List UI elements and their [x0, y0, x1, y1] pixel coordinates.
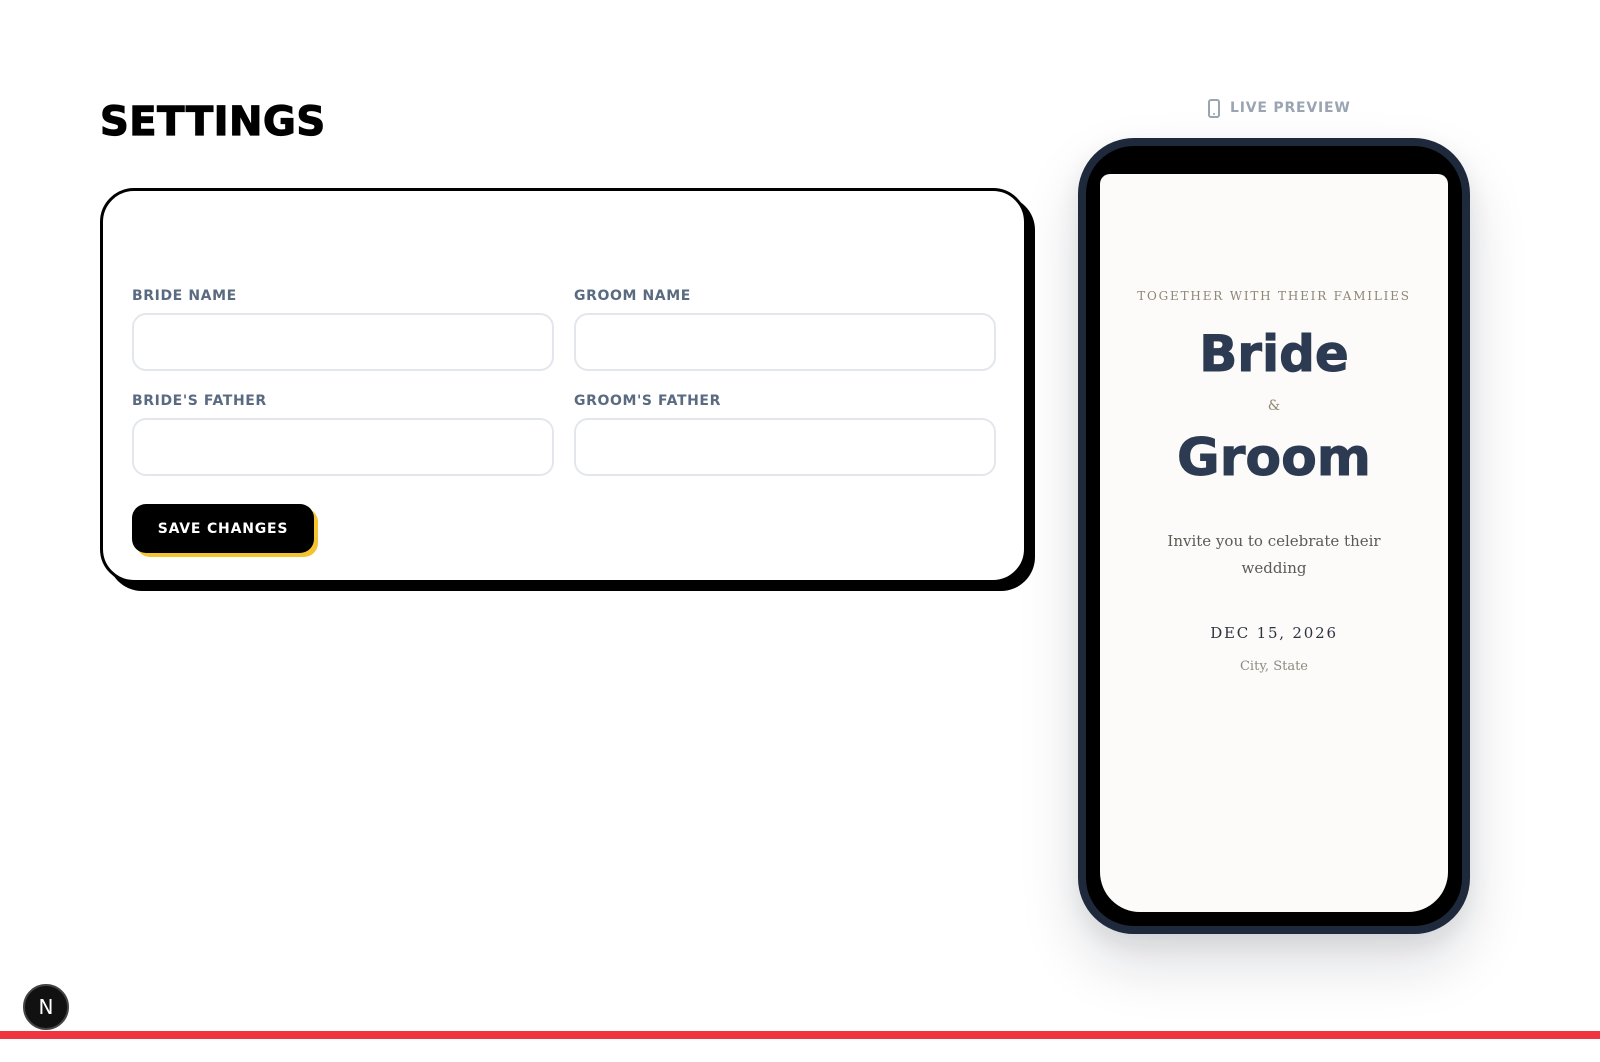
invitation-date: DEC 15, 2026 — [1210, 624, 1338, 642]
live-preview-label: LIVE PREVIEW — [1230, 100, 1351, 116]
groom-name-input[interactable] — [574, 313, 996, 371]
invitation-intro: TOGETHER WITH THEIR FAMILIES — [1137, 289, 1411, 303]
phone-mockup: TOGETHER WITH THEIR FAMILIES Bride & Gro… — [1078, 138, 1470, 934]
invitation-location: City, State — [1239, 659, 1308, 674]
save-changes-button[interactable]: SAVE CHANGES — [132, 504, 314, 553]
page-title: SETTINGS — [99, 98, 326, 145]
bride-name-input[interactable] — [132, 313, 554, 371]
invitation-groom-name: Groom — [1177, 428, 1372, 489]
invitation-preview-screen: TOGETHER WITH THEIR FAMILIES Bride & Gro… — [1100, 174, 1448, 912]
brides-father-label: BRIDE'S FATHER — [132, 393, 267, 409]
live-preview-header: LIVE PREVIEW — [1208, 96, 1351, 120]
nextjs-logo-icon[interactable]: N — [23, 984, 69, 1030]
brides-father-field: BRIDE'S FATHER — [132, 391, 554, 476]
bottom-accent-bar — [0, 1031, 1600, 1039]
groom-name-label: GROOM NAME — [574, 288, 691, 304]
invitation-ampersand: & — [1267, 398, 1281, 414]
invitation-message: Invite you to celebrate their wedding — [1167, 532, 1381, 577]
brides-father-input[interactable] — [132, 418, 554, 476]
grooms-father-input[interactable] — [574, 418, 996, 476]
bride-name-label: BRIDE NAME — [132, 288, 237, 304]
bride-name-field: BRIDE NAME — [132, 286, 554, 371]
grooms-father-label: GROOM'S FATHER — [574, 393, 721, 409]
invitation-bride-name: Bride — [1199, 325, 1350, 384]
grooms-father-field: GROOM'S FATHER — [574, 391, 996, 476]
smartphone-icon — [1208, 98, 1220, 118]
settings-form-card: BRIDE NAME GROOM NAME BRIDE'S FATHER GRO… — [100, 188, 1027, 583]
groom-name-field: GROOM NAME — [574, 286, 996, 371]
